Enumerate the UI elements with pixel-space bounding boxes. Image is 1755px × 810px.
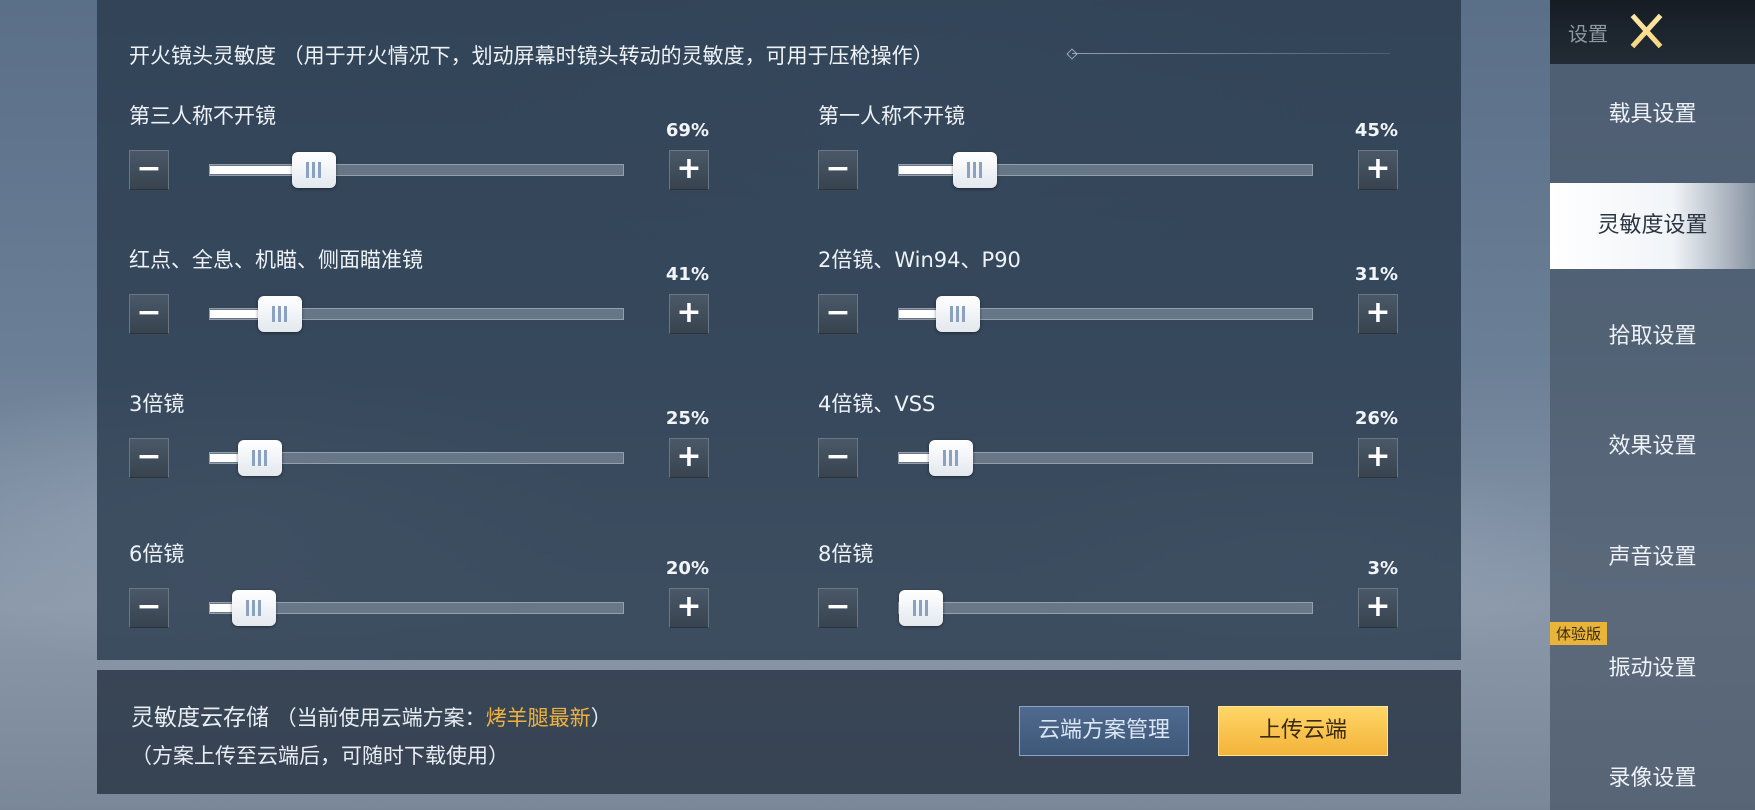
slider-thumb[interactable] (899, 590, 943, 626)
slider-label: 2倍镜、Win94、P90 (818, 248, 1021, 272)
close-icon[interactable] (1624, 10, 1670, 52)
slider-label: 3倍镜 (129, 392, 185, 416)
cloud-current-suffix: ） (590, 706, 612, 730)
decrease-button[interactable]: − (818, 150, 858, 190)
slider-row-2x-scope: 2倍镜、Win94、P90 31% − + (818, 244, 1398, 344)
cloud-current-prefix: （当前使用云端方案： (269, 706, 486, 730)
slider-label: 4倍镜、VSS (818, 392, 936, 416)
slider-row-8x-scope: 8倍镜 3% − + (818, 538, 1398, 638)
slider-value: 20% (665, 558, 709, 579)
decrease-button[interactable]: − (818, 294, 858, 334)
decrease-button[interactable]: − (129, 588, 169, 628)
slider-value: 25% (665, 408, 709, 429)
cloud-note: （方案上传至云端后，可随时下载使用） (131, 744, 509, 768)
slider-value: 41% (665, 264, 709, 285)
decrease-button[interactable]: − (129, 294, 169, 334)
increase-button[interactable]: + (1358, 588, 1398, 628)
slider-track[interactable] (898, 590, 1313, 626)
decrease-button[interactable]: − (818, 588, 858, 628)
upload-to-cloud-button[interactable]: 上传云端 (1218, 706, 1388, 756)
slider-row-6x-scope: 6倍镜 20% − + (129, 538, 709, 638)
slider-label: 6倍镜 (129, 542, 185, 566)
slider-thumb[interactable] (936, 296, 981, 332)
increase-button[interactable]: + (669, 588, 709, 628)
sidebar-header-label: 设置 (1568, 22, 1608, 46)
slider-track[interactable] (898, 296, 1313, 332)
sidebar-item-vibration[interactable]: 振动设置 (1550, 626, 1755, 712)
slider-track[interactable] (209, 440, 624, 476)
slider-thumb[interactable] (232, 590, 277, 626)
sidebar-header: 设置 (1550, 0, 1755, 64)
slider-value: 3% (1367, 558, 1398, 579)
sidebar-item-sensitivity[interactable]: 灵敏度设置 (1550, 183, 1755, 269)
increase-button[interactable]: + (669, 150, 709, 190)
slider-track[interactable] (209, 296, 624, 332)
sidebar-item-vehicle[interactable]: 载具设置 (1550, 72, 1755, 158)
slider-value: 45% (1354, 120, 1398, 141)
sidebar-item-pickup[interactable]: 拾取设置 (1550, 294, 1755, 380)
section-title: 开火镜头灵敏度 （用于开火情况下，划动屏幕时镜头转动的灵敏度，可用于压枪操作） (129, 44, 934, 68)
settings-sidebar: 设置 载具设置 灵敏度设置 拾取设置 效果设置 声音设置 体验版 振动设置 录像… (1550, 0, 1755, 810)
slider-row-3x-scope: 3倍镜 25% − + (129, 388, 709, 488)
slider-row-first-person: 第一人称不开镜 45% − + (818, 100, 1398, 200)
slider-value: 69% (665, 120, 709, 141)
slider-thumb[interactable] (952, 152, 997, 188)
decrease-button[interactable]: − (129, 150, 169, 190)
increase-button[interactable]: + (669, 294, 709, 334)
cloud-title: 灵敏度云存储 (131, 705, 269, 731)
slider-track[interactable] (898, 440, 1313, 476)
slider-label: 第三人称不开镜 (129, 104, 276, 128)
manage-cloud-schemes-button[interactable]: 云端方案管理 (1019, 706, 1189, 756)
slider-thumb[interactable] (291, 152, 336, 188)
slider-row-red-dot: 红点、全息、机瞄、侧面瞄准镜 41% − + (129, 244, 709, 344)
decrease-button[interactable]: − (818, 438, 858, 478)
sidebar-item-recording[interactable]: 录像设置 (1550, 736, 1755, 810)
slider-track[interactable] (898, 152, 1313, 188)
slider-thumb[interactable] (237, 440, 282, 476)
slider-track[interactable] (209, 152, 624, 188)
cloud-current-scheme: 烤羊腿最新 (485, 706, 591, 730)
slider-row-third-person: 第三人称不开镜 69% − + (129, 100, 709, 200)
cloud-storage-panel: 灵敏度云存储 （当前使用云端方案：烤羊腿最新） （方案上传至云端后，可随时下载使… (97, 670, 1461, 794)
slider-label: 8倍镜 (818, 542, 874, 566)
slider-track[interactable] (209, 590, 624, 626)
slider-thumb[interactable] (928, 440, 973, 476)
slider-value: 31% (1354, 264, 1398, 285)
slider-value: 26% (1354, 408, 1398, 429)
sensitivity-panel: 开火镜头灵敏度 （用于开火情况下，划动屏幕时镜头转动的灵敏度，可用于压枪操作） … (97, 0, 1461, 660)
increase-button[interactable]: + (1358, 150, 1398, 190)
cloud-status-line: 灵敏度云存储 （当前使用云端方案：烤羊腿最新） (131, 698, 612, 732)
increase-button[interactable]: + (669, 438, 709, 478)
sidebar-item-sound[interactable]: 声音设置 (1550, 515, 1755, 601)
slider-row-4x-scope: 4倍镜、VSS 26% − + (818, 388, 1398, 488)
sidebar-item-effects[interactable]: 效果设置 (1550, 404, 1755, 490)
increase-button[interactable]: + (1358, 438, 1398, 478)
slider-label: 第一人称不开镜 (818, 104, 965, 128)
slider-thumb[interactable] (258, 296, 303, 332)
decrease-button[interactable]: − (129, 438, 169, 478)
slider-label: 红点、全息、机瞄、侧面瞄准镜 (129, 248, 423, 272)
title-divider (1072, 53, 1390, 54)
increase-button[interactable]: + (1358, 294, 1398, 334)
